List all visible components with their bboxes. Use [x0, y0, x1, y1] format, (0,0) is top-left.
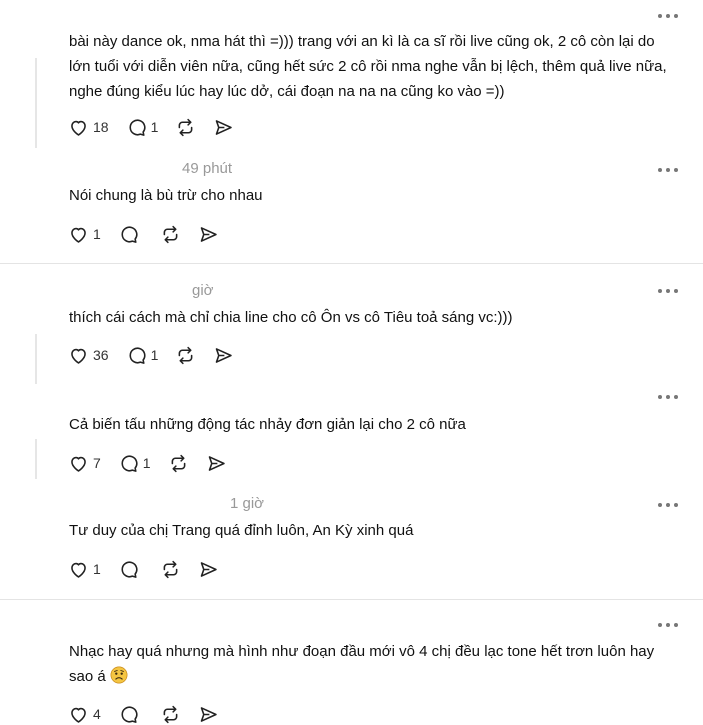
reply-count: 1	[150, 119, 159, 135]
reply-button[interactable]: 1	[126, 117, 159, 138]
like-count: 1	[93, 561, 101, 577]
heart-icon	[68, 453, 89, 474]
like-button[interactable]: 7	[68, 453, 101, 474]
more-options-button[interactable]	[658, 288, 678, 294]
share-button[interactable]	[198, 704, 219, 725]
share-button[interactable]	[198, 224, 219, 245]
more-options-button[interactable]	[658, 502, 678, 508]
thread-line	[35, 58, 37, 148]
repost-icon	[168, 453, 189, 474]
post-text: Tư duy của chị Trang quá đỉnh luôn, An K…	[69, 522, 414, 539]
repost-icon	[175, 117, 196, 138]
like-button[interactable]: 1	[68, 559, 101, 580]
reply-button[interactable]: 1	[126, 345, 159, 366]
heart-icon	[68, 117, 89, 138]
repost-icon	[160, 704, 181, 725]
heart-icon	[68, 559, 89, 580]
thread-line	[35, 439, 37, 479]
repost-button[interactable]	[160, 704, 181, 725]
post-actions: 1	[68, 559, 236, 579]
repost-button[interactable]	[160, 224, 181, 245]
post-actions: 1	[68, 224, 236, 244]
reply-post: Cả biến tấu những động tác nhảy đơn giản…	[0, 384, 703, 484]
more-options-button[interactable]	[658, 167, 678, 173]
post-timestamp: 49 phút	[182, 160, 233, 177]
heart-icon	[68, 704, 89, 725]
comment-icon	[126, 345, 147, 366]
like-count: 36	[93, 347, 109, 363]
thread-line	[35, 334, 37, 384]
comment-icon	[118, 453, 139, 474]
share-button[interactable]	[213, 117, 234, 138]
post-text: thích cái cách mà chỉ chia line cho cô Ô…	[69, 309, 513, 326]
post-actions: 7 1	[68, 453, 244, 473]
like-count: 1	[93, 226, 101, 242]
reply-post: giờ thích cái cách mà chỉ chia line cho …	[0, 264, 703, 384]
like-button[interactable]: 1	[68, 224, 101, 245]
reply-post: bài này dance ok, nma hát thì =))) trang…	[0, 0, 703, 155]
post-text: Nhạc hay quá nhưng mà hình như đoạn đầu …	[69, 639, 673, 689]
comment-icon	[118, 559, 139, 580]
send-icon	[213, 117, 234, 138]
repost-button[interactable]	[168, 453, 189, 474]
share-button[interactable]	[206, 453, 227, 474]
reply-button[interactable]	[118, 224, 143, 245]
comment-icon	[118, 224, 139, 245]
post-actions: 4	[68, 704, 236, 724]
post-text-content: Nhạc hay quá nhưng mà hình như đoạn đầu …	[69, 643, 655, 685]
heart-icon	[68, 345, 89, 366]
repost-icon	[160, 559, 181, 580]
more-options-button[interactable]	[658, 622, 678, 628]
comment-icon	[126, 117, 147, 138]
post-timestamp: giờ	[192, 282, 214, 299]
post-text: Cả biến tấu những động tác nhảy đơn giản…	[69, 416, 466, 433]
more-options-button[interactable]	[658, 13, 678, 19]
like-button[interactable]: 36	[68, 345, 109, 366]
post-actions: 18 1	[68, 117, 251, 137]
reply-button[interactable]	[118, 704, 143, 725]
repost-icon	[160, 224, 181, 245]
reply-count: 1	[142, 455, 151, 471]
more-options-button[interactable]	[658, 394, 678, 400]
post-actions: 36 1	[68, 345, 251, 365]
comment-icon	[118, 704, 139, 725]
send-icon	[206, 453, 227, 474]
reply-button[interactable]: 1	[118, 453, 151, 474]
repost-button[interactable]	[175, 345, 196, 366]
post-timestamp: 1 giờ	[230, 495, 265, 512]
worried-face-emoji-icon	[110, 666, 128, 684]
send-icon	[198, 704, 219, 725]
share-button[interactable]	[198, 559, 219, 580]
reply-count: 1	[150, 347, 159, 363]
reply-button[interactable]	[118, 559, 143, 580]
reply-post: Nhạc hay quá nhưng mà hình như đoạn đầu …	[0, 600, 703, 724]
share-button[interactable]	[213, 345, 234, 366]
repost-icon	[175, 345, 196, 366]
post-text: Nói chung là bù trừ cho nhau	[69, 187, 263, 204]
heart-icon	[68, 224, 89, 245]
reply-post: 49 phút Nói chung là bù trừ cho nhau 1	[0, 155, 703, 263]
repost-button[interactable]	[160, 559, 181, 580]
send-icon	[198, 224, 219, 245]
like-count: 4	[93, 706, 101, 722]
like-button[interactable]: 4	[68, 704, 101, 725]
reply-post: 1 giờ Tư duy của chị Trang quá đỉnh luôn…	[0, 484, 703, 598]
like-count: 18	[93, 119, 109, 135]
post-text: bài này dance ok, nma hát thì =))) trang…	[69, 33, 667, 100]
like-button[interactable]: 18	[68, 117, 109, 138]
send-icon	[213, 345, 234, 366]
like-count: 7	[93, 455, 101, 471]
repost-button[interactable]	[175, 117, 196, 138]
send-icon	[198, 559, 219, 580]
